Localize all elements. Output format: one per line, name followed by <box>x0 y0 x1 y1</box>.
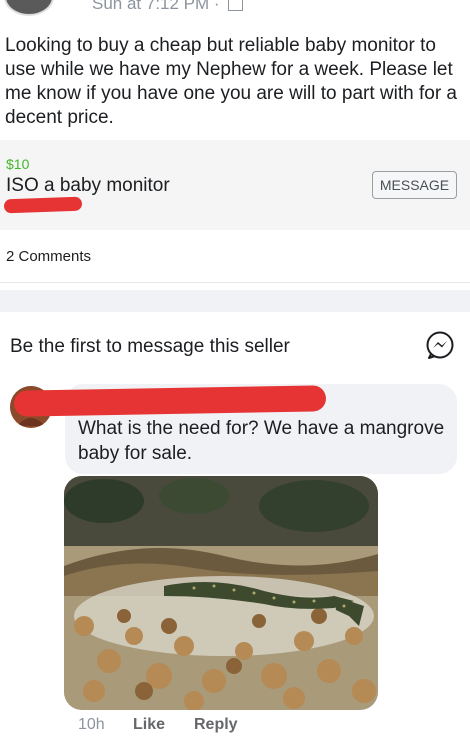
listing-price: $10 <box>6 156 30 172</box>
listing-title: ISO a baby monitor <box>6 175 170 196</box>
divider <box>0 282 470 283</box>
section-separator <box>0 290 470 312</box>
reply-button[interactable]: Reply <box>194 716 238 734</box>
redaction-mark <box>13 385 327 417</box>
comments-count[interactable]: 2 Comments <box>6 248 91 265</box>
comment-time: 10h <box>78 716 105 733</box>
first-message-prompt: Be the first to message this seller <box>10 336 290 357</box>
redaction-mark <box>3 196 83 214</box>
post-text: Looking to buy a cheap but reliable baby… <box>5 35 458 128</box>
timestamp-text: Sun at 7:12 PM · <box>92 0 220 13</box>
comment-text: What is the need for? We have a mangrove… <box>78 418 445 464</box>
comment-photo-lizard[interactable] <box>64 476 378 710</box>
poster-avatar[interactable] <box>4 0 54 16</box>
message-button[interactable]: MESSAGE <box>372 171 457 199</box>
messenger-icon[interactable] <box>425 330 455 360</box>
post-timestamp: Sun at 7:12 PM · <box>92 0 244 14</box>
image-icon <box>228 0 244 12</box>
like-button[interactable]: Like <box>133 716 165 734</box>
